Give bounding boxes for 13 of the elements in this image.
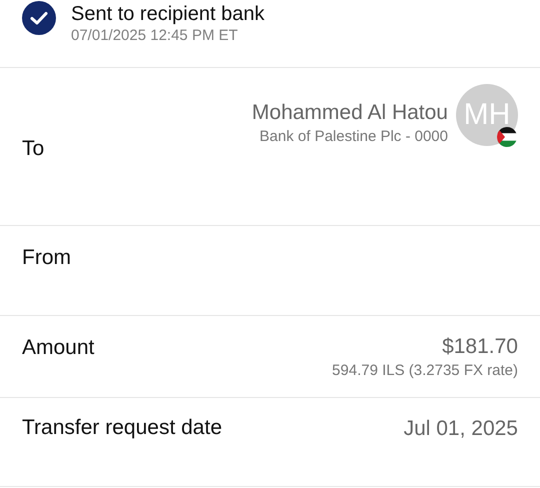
row-label: Transfer request date: [22, 415, 222, 441]
amount-value: $181.70: [442, 334, 518, 360]
date-value: Jul 01, 2025: [404, 416, 518, 442]
checkmark-icon: [22, 1, 56, 35]
bank-name: Bank of Palestine Plc - 0000: [258, 127, 448, 147]
row-label: To: [22, 136, 46, 162]
status-title: Sent to recipient bank: [71, 2, 264, 27]
row-label: Amount: [22, 335, 96, 361]
recipient-name: Mohammed Al Hatou: [250, 100, 448, 126]
status-timestamp: 07/01/2025 12:45 PM ET: [71, 27, 239, 45]
exchange-detail: 594.79 ILS (3.2735 FX rate): [332, 361, 518, 381]
flag-icon: [496, 126, 518, 148]
row-label: From: [22, 245, 72, 271]
